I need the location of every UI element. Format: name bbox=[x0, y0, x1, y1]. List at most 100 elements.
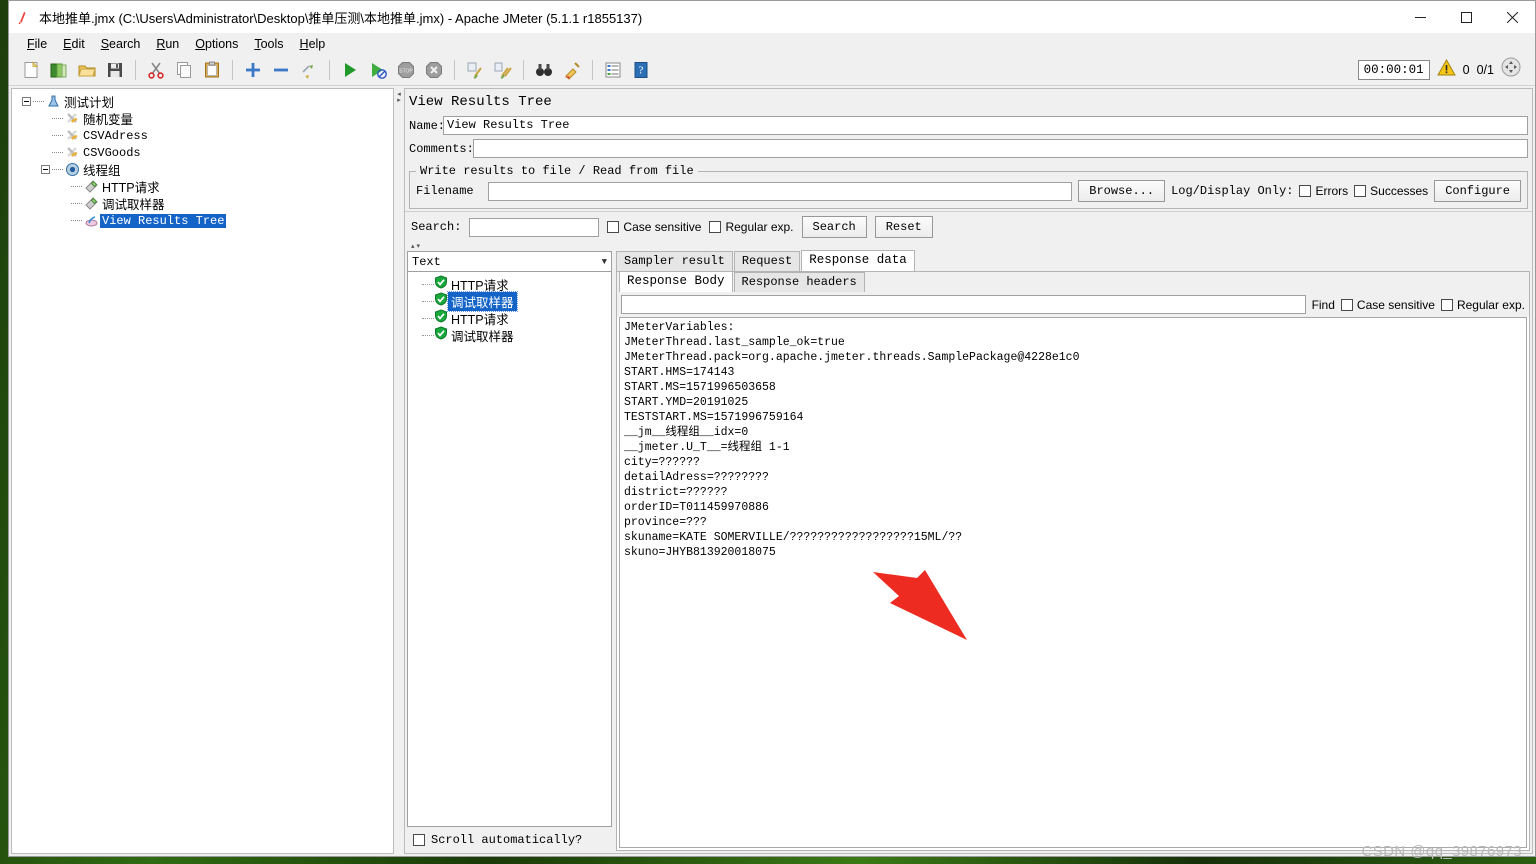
list-item[interactable]: 调试取样器 bbox=[408, 291, 611, 312]
name-input[interactable]: View Results Tree bbox=[443, 116, 1528, 135]
tree-node-csvadress[interactable]: CSVAdress bbox=[12, 127, 393, 144]
cut-icon[interactable] bbox=[143, 57, 169, 83]
tree-connector bbox=[52, 152, 63, 153]
search-case-sensitive-box[interactable] bbox=[607, 221, 620, 233]
tree-node-test-plan[interactable]: 测试计划 bbox=[12, 93, 393, 110]
errors-checkbox-box[interactable] bbox=[1299, 185, 1312, 197]
find-regular-exp-checkbox[interactable]: Regular exp. bbox=[1440, 298, 1525, 312]
start-no-pause-icon[interactable] bbox=[365, 57, 391, 83]
log-display-only-label: Log/Display Only: bbox=[1171, 184, 1294, 198]
tab-response-headers[interactable]: Response headers bbox=[733, 272, 865, 292]
menu-run-mnemonic: R bbox=[156, 36, 166, 51]
maximize-button[interactable] bbox=[1443, 1, 1489, 33]
reset-button[interactable]: Reset bbox=[874, 216, 933, 238]
menu-search[interactable]: Search bbox=[93, 35, 149, 53]
comments-field-row: Comments: bbox=[405, 139, 1532, 162]
close-button[interactable] bbox=[1489, 1, 1535, 33]
warning-triangle-icon[interactable] bbox=[1436, 58, 1456, 81]
horizontal-splitter[interactable]: ▴ ▾ bbox=[405, 242, 1532, 251]
tree-toggle-icon[interactable] bbox=[22, 97, 31, 106]
splitter-arrows-icon[interactable]: ▴ ▾ bbox=[411, 243, 420, 250]
stop-icon[interactable]: STOP bbox=[393, 57, 419, 83]
shutdown-icon[interactable] bbox=[421, 57, 447, 83]
menu-edit[interactable]: Edit bbox=[55, 35, 93, 53]
start-icon[interactable] bbox=[337, 57, 363, 83]
configure-button[interactable]: Configure bbox=[1434, 180, 1521, 202]
successes-checkbox-box[interactable] bbox=[1354, 185, 1367, 197]
search-regular-exp-checkbox[interactable]: Regular exp. bbox=[709, 220, 794, 234]
tree-node-debug-sampler[interactable]: 调试取样器 bbox=[12, 195, 393, 212]
menu-run[interactable]: Run bbox=[148, 35, 187, 53]
tree-node-random-var[interactable]: 随机变量 bbox=[12, 110, 393, 127]
successes-checkbox[interactable]: Successes bbox=[1354, 184, 1428, 198]
new-file-icon[interactable] bbox=[18, 57, 44, 83]
splitter-arrows-icon[interactable]: ◂ ▸ bbox=[397, 91, 401, 104]
find-input[interactable] bbox=[621, 295, 1306, 314]
find-regular-exp-box[interactable] bbox=[1440, 298, 1453, 311]
toolbar: STOP ? 00:00:01 0 0/1 bbox=[9, 54, 1535, 86]
elapsed-timer: 00:00:01 bbox=[1357, 59, 1430, 80]
scroll-automatically-checkbox[interactable] bbox=[413, 834, 425, 846]
name-label: Name: bbox=[409, 118, 446, 133]
menu-file-mnemonic: F bbox=[27, 36, 35, 51]
search-case-sensitive-label: Case sensitive bbox=[623, 220, 702, 234]
search-input[interactable] bbox=[469, 217, 600, 237]
search-case-sensitive-checkbox[interactable]: Case sensitive bbox=[607, 220, 701, 234]
find-case-sensitive-checkbox[interactable]: Case sensitive bbox=[1340, 298, 1435, 312]
menu-help[interactable]: Help bbox=[292, 35, 334, 53]
search-regular-exp-label: Regular exp. bbox=[725, 220, 794, 234]
tree-node-csvgoods[interactable]: CSVGoods bbox=[12, 144, 393, 161]
function-helper-icon[interactable] bbox=[600, 57, 626, 83]
element-config-panel: View Results Tree Name: View Results Tre… bbox=[404, 88, 1533, 854]
tab-response-data[interactable]: Response data bbox=[801, 250, 915, 271]
menu-search-mnemonic: S bbox=[100, 36, 110, 51]
minimize-button[interactable] bbox=[1397, 1, 1443, 33]
tree-node-http-request[interactable]: HTTP请求 bbox=[12, 178, 393, 195]
toolbar-separator bbox=[232, 59, 233, 80]
chevron-down-icon[interactable]: ▼ bbox=[602, 257, 607, 267]
search-regular-exp-box[interactable] bbox=[709, 221, 722, 233]
tree-node-view-results-tree[interactable]: View Results Tree bbox=[12, 212, 393, 229]
comments-input[interactable] bbox=[473, 139, 1528, 158]
clear-icon[interactable] bbox=[462, 57, 488, 83]
open-folder-icon[interactable] bbox=[74, 57, 100, 83]
expand-arrows-icon[interactable] bbox=[1501, 57, 1521, 82]
renderer-select[interactable]: Text ▼ bbox=[407, 251, 612, 272]
tree-toggle-icon[interactable] bbox=[41, 165, 50, 174]
clear-all-icon[interactable] bbox=[490, 57, 516, 83]
tab-request[interactable]: Request bbox=[733, 251, 801, 271]
sampler-icon bbox=[83, 196, 100, 212]
list-item[interactable]: HTTP请求 bbox=[408, 309, 611, 327]
tree-node-thread-group[interactable]: 线程组 bbox=[12, 161, 393, 178]
test-plan-tree[interactable]: 测试计划 随机变量 CSVAdress CSVGoods 线程组 HTTP请求 … bbox=[11, 88, 394, 854]
tree-connector bbox=[52, 118, 63, 119]
errors-checkbox[interactable]: Errors bbox=[1299, 184, 1348, 198]
toggle-icon[interactable] bbox=[296, 57, 322, 83]
help-icon[interactable]: ? bbox=[628, 57, 654, 83]
menu-file[interactable]: File bbox=[19, 35, 55, 53]
find-case-sensitive-box[interactable] bbox=[1340, 298, 1353, 311]
menu-options-rest: ptions bbox=[205, 36, 239, 51]
menu-options[interactable]: Options bbox=[187, 35, 246, 53]
save-icon[interactable] bbox=[102, 57, 128, 83]
menu-tools[interactable]: Tools bbox=[246, 35, 291, 53]
tree-connector bbox=[422, 301, 434, 302]
tree-node-label: CSVAdress bbox=[83, 128, 148, 143]
tab-sampler-result[interactable]: Sampler result bbox=[616, 251, 733, 271]
vertical-splitter[interactable]: ◂ ▸ bbox=[394, 86, 404, 856]
response-body-text[interactable]: JMeterVariables: JMeterThread.last_sampl… bbox=[619, 317, 1527, 848]
list-item[interactable]: HTTP请求 bbox=[408, 275, 611, 293]
copy-icon[interactable] bbox=[171, 57, 197, 83]
expand-all-icon[interactable] bbox=[240, 57, 266, 83]
open-templates-icon[interactable] bbox=[46, 57, 72, 83]
browse-button[interactable]: Browse... bbox=[1078, 180, 1166, 202]
list-item[interactable]: 调试取样器 bbox=[408, 326, 611, 344]
search-reset-broom-icon[interactable] bbox=[559, 57, 585, 83]
sample-results-tree[interactable]: HTTP请求 调试取样器 HTTP请求 调试取样器 bbox=[407, 272, 612, 827]
search-button[interactable]: Search bbox=[801, 216, 867, 238]
collapse-all-icon[interactable] bbox=[268, 57, 294, 83]
filename-input[interactable] bbox=[488, 181, 1073, 201]
paste-icon[interactable] bbox=[199, 57, 225, 83]
tab-response-body[interactable]: Response Body bbox=[619, 271, 733, 292]
search-binoculars-icon[interactable] bbox=[531, 57, 557, 83]
